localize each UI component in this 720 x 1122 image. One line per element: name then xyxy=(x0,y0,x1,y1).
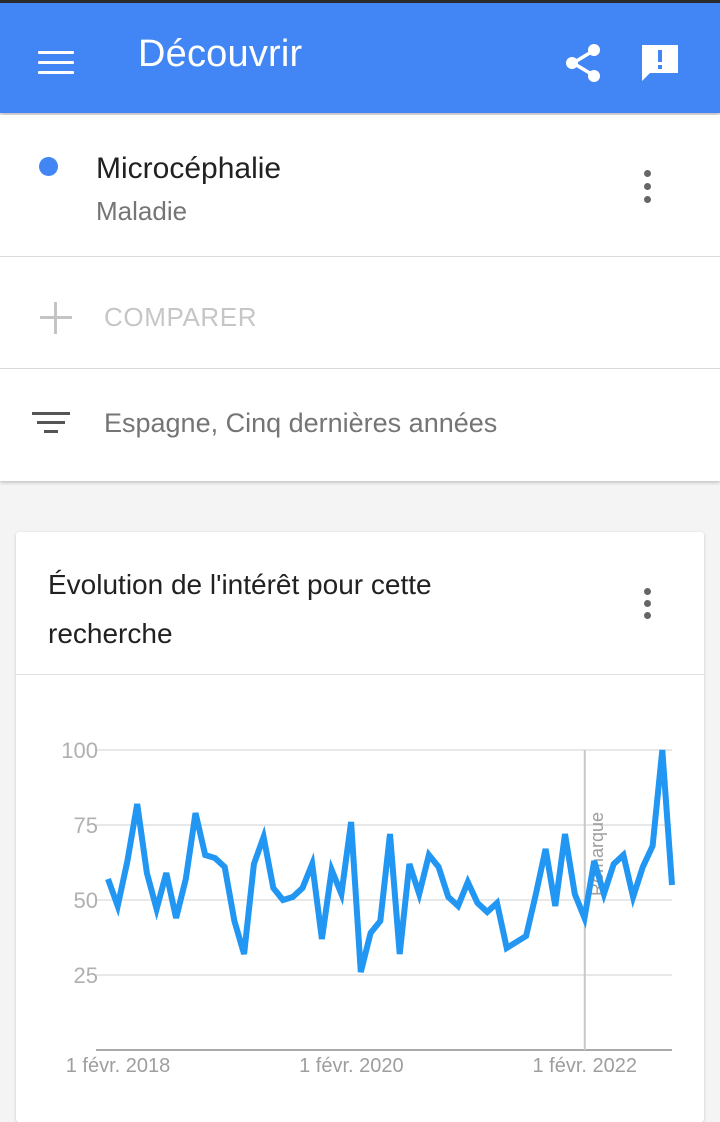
app-title: Découvrir xyxy=(138,33,303,75)
y-tick-label: 100 xyxy=(61,738,98,763)
y-tick-label: 50 xyxy=(74,888,98,913)
x-tick-label: 1 févr. 2018 xyxy=(66,1055,171,1077)
interest-line-chart: 100755025Remarque1 févr. 2018 1 févr. 202… xyxy=(61,738,675,1077)
term-color-dot xyxy=(39,157,58,176)
compare-label: COMPARER xyxy=(104,302,258,332)
filter-label: Espagne, Cinq dernières années xyxy=(104,408,498,438)
term-more-icon[interactable] xyxy=(642,168,652,208)
search-term-row[interactable] xyxy=(0,115,720,257)
filter-icon xyxy=(32,412,72,442)
term-name: Microcéphalie xyxy=(96,152,282,185)
term-category: Maladie xyxy=(96,196,188,226)
app-bar: Découvrir xyxy=(0,3,720,113)
menu-icon[interactable] xyxy=(38,51,74,75)
plus-icon xyxy=(40,302,72,334)
x-tick-label: 1 févr. 2022 xyxy=(532,1055,637,1077)
y-tick-label: 75 xyxy=(74,813,98,838)
x-tick-label: 1 févr. 2020 xyxy=(299,1055,404,1077)
interest-over-time-card: Évolution de l'intérêt pour cette recher… xyxy=(16,532,704,1122)
feedback-icon[interactable] xyxy=(638,41,682,85)
y-tick-label: 25 xyxy=(74,963,98,988)
share-icon[interactable] xyxy=(562,41,606,85)
